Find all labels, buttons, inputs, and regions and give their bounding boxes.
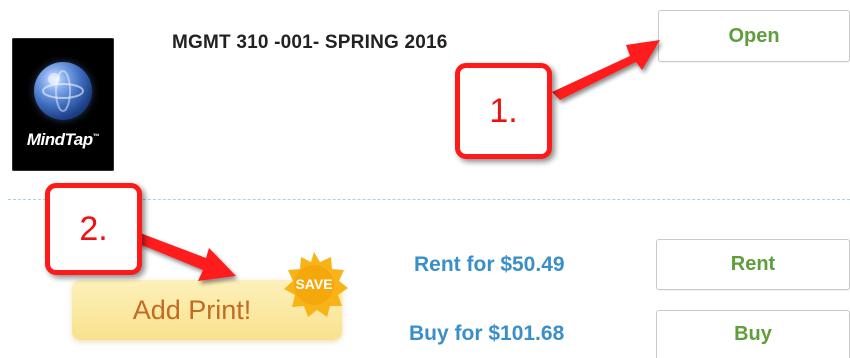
step-2-label: 2. xyxy=(79,209,108,248)
step-2-callout: 2. xyxy=(45,183,142,275)
step-1-callout: 1. xyxy=(455,63,552,159)
arrow-2-icon xyxy=(137,233,236,281)
step-1-label: 1. xyxy=(489,91,518,130)
annotation-arrows xyxy=(137,40,660,281)
arrow-1-icon xyxy=(552,40,660,100)
